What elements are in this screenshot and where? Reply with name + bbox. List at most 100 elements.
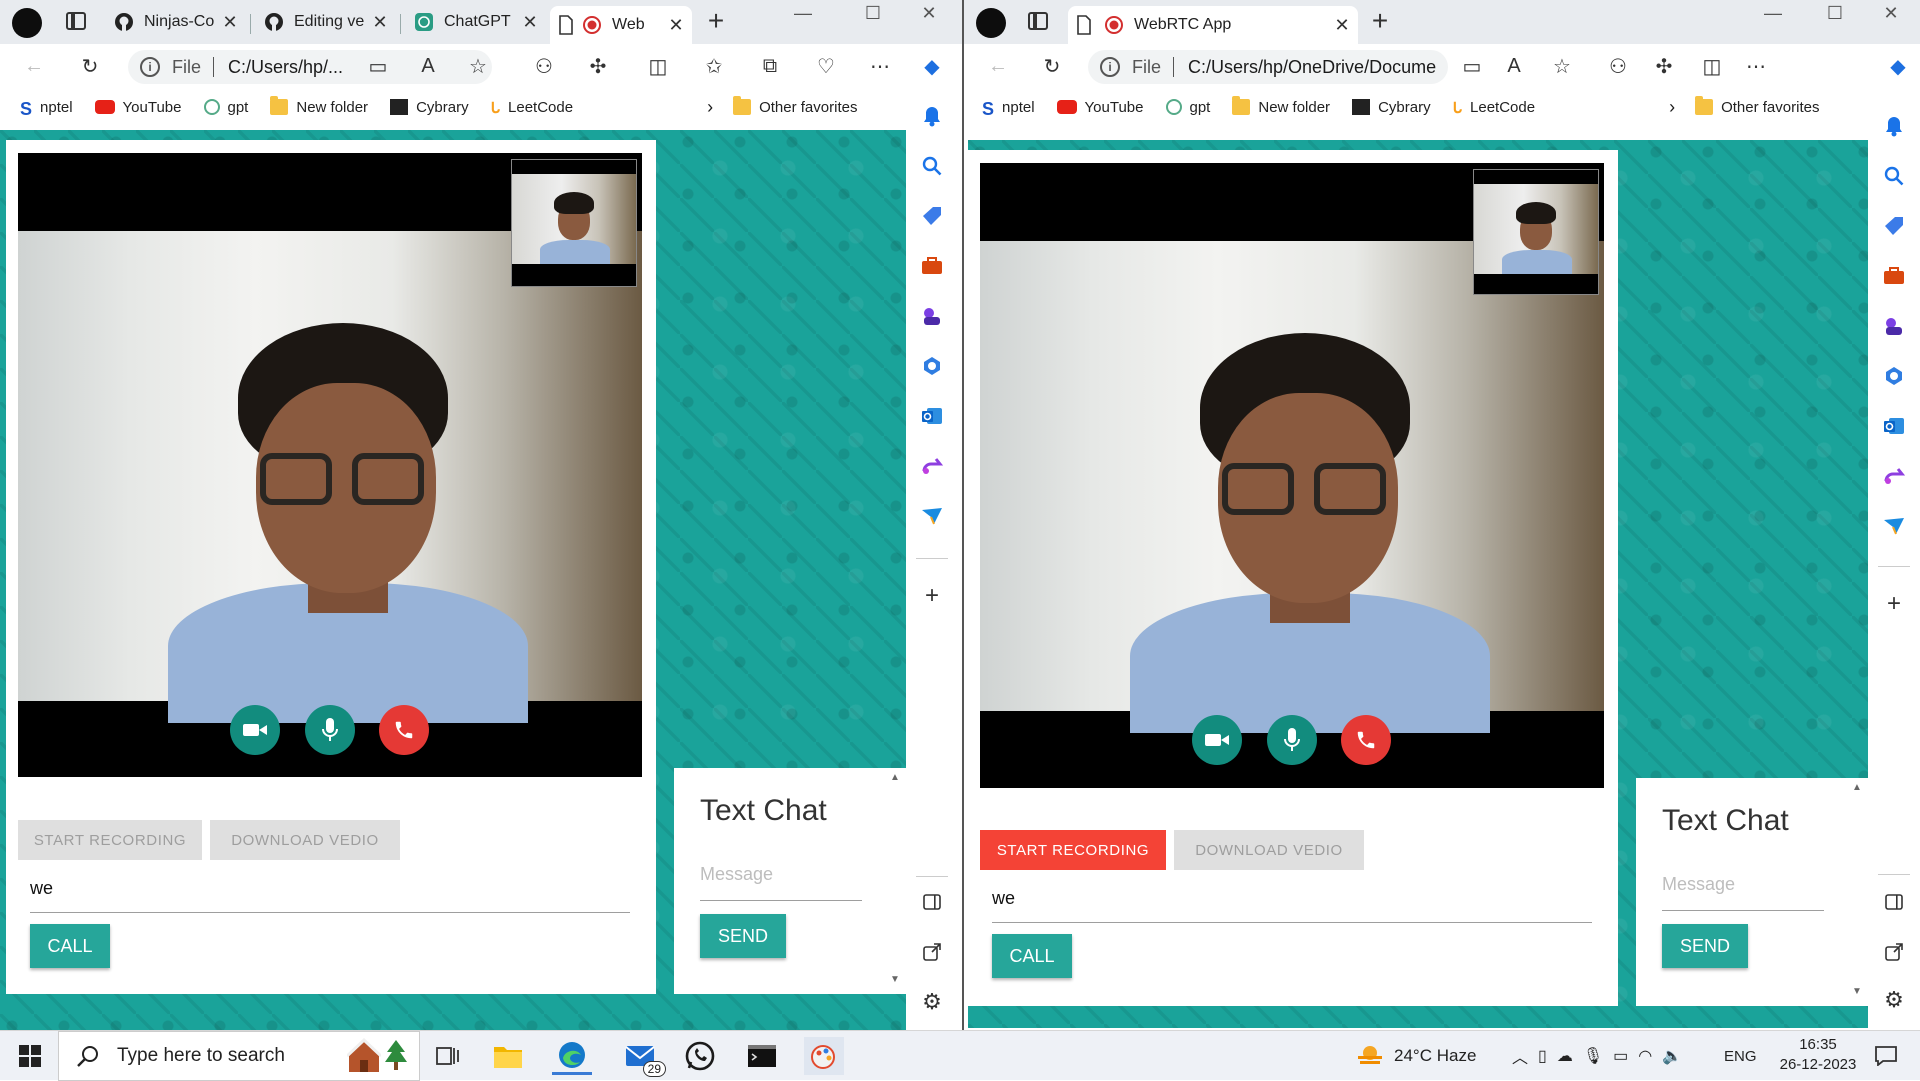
fav-nptel[interactable]: Snptel bbox=[982, 99, 1035, 120]
outlook-icon[interactable] bbox=[918, 402, 946, 430]
terminal-icon[interactable] bbox=[742, 1037, 782, 1075]
shopping-tag-icon[interactable] bbox=[1880, 212, 1908, 240]
collections-icon[interactable]: ⧉ bbox=[756, 52, 784, 80]
call-button[interactable]: CALL bbox=[992, 934, 1072, 978]
scroll-up-icon[interactable]: ▲ bbox=[890, 772, 900, 783]
chevron-right-icon[interactable]: › bbox=[707, 97, 713, 118]
address-bar[interactable]: i File C:/Users/hp/OneDrive/Documents... bbox=[1088, 50, 1448, 84]
message-input[interactable]: we bbox=[992, 888, 1015, 909]
hangup-button[interactable] bbox=[1341, 715, 1391, 765]
fav-other-favorites[interactable]: Other favorites bbox=[1695, 96, 1819, 116]
refresh-icon[interactable]: ↻ bbox=[1038, 52, 1066, 80]
new-tab-button[interactable]: + bbox=[700, 6, 732, 38]
close-window-button[interactable]: ✕ bbox=[906, 0, 952, 30]
back-arrow-icon[interactable]: ← bbox=[984, 52, 1012, 80]
scroll-up-icon[interactable]: ▲ bbox=[1852, 782, 1862, 793]
refresh-icon[interactable]: ↻ bbox=[76, 52, 104, 80]
copilot-sidebar-icon[interactable] bbox=[918, 352, 946, 380]
download-video-button[interactable]: DOWNLOAD VEDIO bbox=[210, 820, 400, 860]
tools-icon[interactable] bbox=[1880, 262, 1908, 290]
favorites-icon[interactable]: ✩ bbox=[700, 52, 728, 80]
read-aloud-icon[interactable]: A bbox=[414, 52, 442, 80]
tab-actions-icon[interactable] bbox=[66, 12, 86, 30]
fav-gpt[interactable]: gpt bbox=[1165, 99, 1210, 116]
mic-toggle-button[interactable] bbox=[305, 705, 355, 755]
send-button[interactable]: SEND bbox=[1662, 924, 1748, 968]
taskbar-search-box[interactable]: Type here to search bbox=[58, 1031, 420, 1081]
chat-message-input[interactable]: Message bbox=[700, 864, 773, 885]
fav-cybrary[interactable]: Cybrary bbox=[1352, 99, 1431, 116]
edge-taskbar-icon[interactable] bbox=[552, 1037, 592, 1075]
windows-start-icon[interactable] bbox=[10, 1037, 50, 1075]
extensions-icon[interactable]: ✣ bbox=[584, 52, 612, 80]
outlook-icon[interactable] bbox=[1880, 412, 1908, 440]
favorite-star-icon[interactable]: ☆ bbox=[1548, 52, 1576, 80]
wifi-icon[interactable]: ◠ bbox=[1638, 1046, 1652, 1066]
maximize-button[interactable]: ☐ bbox=[850, 0, 896, 30]
sidebar-toggle-icon[interactable] bbox=[918, 888, 946, 916]
fav-cybrary[interactable]: Cybrary bbox=[390, 99, 469, 116]
info-icon[interactable]: i bbox=[1100, 57, 1120, 77]
camera-icon[interactable]: ▭ bbox=[1458, 52, 1486, 80]
cloud-icon[interactable]: ☁ bbox=[1557, 1046, 1573, 1066]
chat-message-input[interactable]: Message bbox=[1662, 874, 1735, 895]
fav-youtube[interactable]: YouTube bbox=[1056, 99, 1144, 116]
maximize-button[interactable]: ☐ bbox=[1812, 0, 1858, 30]
favorite-star-icon[interactable]: ☆ bbox=[464, 52, 492, 80]
minimize-button[interactable]: — bbox=[1750, 0, 1796, 30]
info-icon[interactable]: i bbox=[140, 57, 160, 77]
weather-widget[interactable]: 24°C Haze bbox=[1356, 1031, 1476, 1081]
more-menu-icon[interactable]: ⋯ bbox=[1742, 52, 1770, 80]
more-menu-icon[interactable]: ⋯ bbox=[866, 52, 894, 80]
games-icon[interactable] bbox=[918, 302, 946, 330]
close-tab-icon[interactable]: ✕ bbox=[668, 15, 684, 36]
send-arrow-icon[interactable] bbox=[918, 502, 946, 530]
settings-gear-icon[interactable]: ⚙ bbox=[1880, 986, 1908, 1014]
fav-leetcode[interactable]: ᒐ LeetCode bbox=[1453, 99, 1536, 118]
heart-pulse-icon[interactable]: ♡ bbox=[812, 52, 840, 80]
drop-icon[interactable] bbox=[1880, 462, 1908, 490]
copilot-icon[interactable]: ◆ bbox=[1884, 52, 1912, 80]
copilot-sidebar-icon[interactable] bbox=[1880, 362, 1908, 390]
video-toggle-button[interactable] bbox=[1192, 715, 1242, 765]
volume-icon[interactable]: 🔈 bbox=[1662, 1046, 1682, 1066]
send-arrow-icon[interactable] bbox=[1880, 512, 1908, 540]
fav-nptel[interactable]: Snptel bbox=[20, 99, 73, 120]
call-button[interactable]: CALL bbox=[30, 924, 110, 968]
fav-new-folder[interactable]: New folder bbox=[1232, 96, 1330, 116]
fav-leetcode[interactable]: ᒐ LeetCode bbox=[491, 99, 574, 118]
fav-other-favorites[interactable]: Other favorites bbox=[733, 96, 857, 116]
notification-bell-icon[interactable] bbox=[1880, 112, 1908, 140]
close-window-button[interactable]: ✕ bbox=[1868, 0, 1914, 30]
split-screen-icon[interactable]: ◫ bbox=[1698, 52, 1726, 80]
add-icon[interactable]: + bbox=[1880, 590, 1908, 618]
sidebar-toggle-icon[interactable] bbox=[1880, 888, 1908, 916]
tab-chatgpt[interactable]: ChatGPT ✕ bbox=[406, 6, 546, 38]
chevron-up-icon[interactable]: ︿ bbox=[1512, 1044, 1528, 1068]
send-button[interactable]: SEND bbox=[700, 914, 786, 958]
read-aloud-icon[interactable]: A bbox=[1500, 52, 1528, 80]
search-icon[interactable] bbox=[918, 152, 946, 180]
tools-icon[interactable] bbox=[918, 252, 946, 280]
start-recording-button[interactable]: START RECORDING bbox=[18, 820, 202, 860]
close-tab-icon[interactable]: ✕ bbox=[522, 12, 538, 33]
tab-webrtc[interactable]: Web ✕ bbox=[550, 6, 692, 44]
shopping-tag-icon[interactable] bbox=[918, 202, 946, 230]
scroll-down-icon[interactable]: ▼ bbox=[1852, 986, 1862, 997]
browser-essentials-icon[interactable]: ⚇ bbox=[1604, 52, 1632, 80]
add-icon[interactable]: + bbox=[918, 582, 946, 610]
profile-avatar[interactable] bbox=[12, 8, 42, 38]
file-explorer-icon[interactable] bbox=[488, 1037, 528, 1075]
new-tab-button[interactable]: + bbox=[1364, 6, 1396, 38]
mail-icon[interactable]: 29 bbox=[614, 1037, 666, 1077]
whatsapp-icon[interactable] bbox=[680, 1037, 720, 1075]
tab-ninjas[interactable]: Ninjas-Co ✕ bbox=[106, 6, 246, 38]
video-toggle-button[interactable] bbox=[230, 705, 280, 755]
tab-webrtc[interactable]: WebRTC App ✕ bbox=[1068, 6, 1358, 44]
extensions-icon[interactable]: ✣ bbox=[1650, 52, 1678, 80]
device-icon[interactable]: ▯ bbox=[1538, 1046, 1547, 1066]
language-indicator[interactable]: ENG bbox=[1724, 1031, 1757, 1081]
open-external-icon[interactable] bbox=[918, 938, 946, 966]
close-tab-icon[interactable]: ✕ bbox=[222, 12, 238, 33]
profile-avatar[interactable] bbox=[976, 8, 1006, 38]
